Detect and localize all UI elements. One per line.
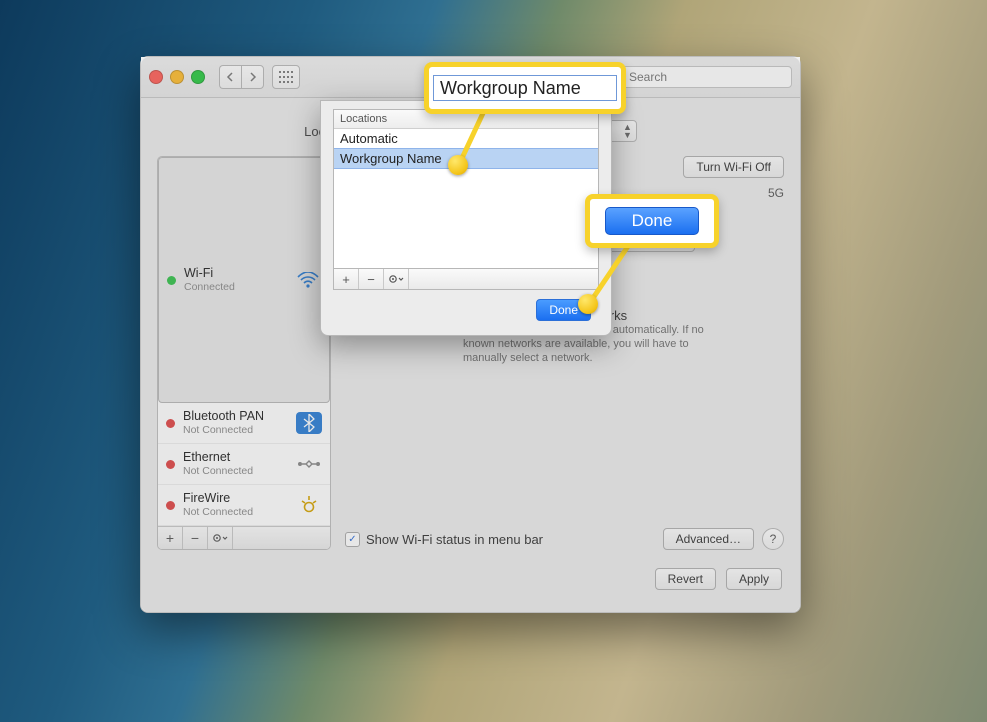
revert-button[interactable]: Revert [655,568,716,590]
turn-wifi-off-button[interactable]: Turn Wi-Fi Off [683,156,784,178]
apply-button[interactable]: Apply [726,568,782,590]
minimize-window-button[interactable] [170,70,184,84]
gear-dropdown-icon [388,273,404,285]
service-ethernet[interactable]: Ethernet Not Connected [158,444,330,485]
gear-dropdown-icon [212,532,228,544]
annotation-pin [448,155,468,175]
show-all-button[interactable] [272,65,300,89]
callout-done-inner: Done [605,207,699,235]
grid-icon [279,71,293,83]
remove-service-button[interactable]: − [183,527,208,549]
status-dot-connected [167,276,176,285]
service-wifi[interactable]: Wi-Fi Connected [158,157,330,403]
service-firewire[interactable]: FireWire Not Connected [158,485,330,526]
service-name: Ethernet [183,450,288,464]
back-button[interactable] [219,65,241,89]
callout-done-button: Done [585,194,719,248]
show-menu-checkbox-row: ✓ Show Wi-Fi status in menu bar [345,532,543,547]
service-status: Not Connected [183,464,288,478]
callout-workgroup-name: Workgroup Name [424,62,626,114]
firewire-icon [296,494,322,516]
locations-list: Locations Automatic Workgroup Name [333,109,599,269]
show-menu-checkbox[interactable]: ✓ [345,532,360,547]
sidebar-footer: + − [158,526,330,549]
service-name: Wi-Fi [184,266,287,280]
bluetooth-icon [296,412,322,434]
add-service-button[interactable]: + [158,527,183,549]
service-actions-button[interactable] [208,527,233,549]
annotation-pin [578,294,598,314]
service-bluetooth[interactable]: Bluetooth PAN Not Connected [158,403,330,444]
wifi-icon [295,269,321,291]
status-dot-disconnected [166,460,175,469]
service-name: FireWire [183,491,288,505]
chevron-right-icon [248,72,257,82]
location-actions-button[interactable] [384,269,409,289]
search-input[interactable] [606,66,792,88]
window-footer-buttons: Revert Apply [157,568,784,590]
updown-arrows-icon: ▲▼ [623,123,632,139]
close-window-button[interactable] [149,70,163,84]
service-status: Not Connected [183,505,288,519]
services-sidebar: Wi-Fi Connected Bluetooth PAN Not Connec… [157,156,331,550]
nav-buttons [219,65,264,89]
chevron-left-icon [226,72,235,82]
advanced-button[interactable]: Advanced… [663,528,754,550]
locations-sheet: Locations Automatic Workgroup Name + − D… [320,100,612,336]
add-location-button[interactable]: + [334,269,359,289]
status-dot-disconnected [166,501,175,510]
forward-button[interactable] [241,65,264,89]
service-status: Connected [184,280,287,294]
help-button[interactable]: ? [762,528,784,550]
service-name: Bluetooth PAN [183,409,288,423]
ethernet-icon [296,453,322,475]
service-status: Not Connected [183,423,288,437]
search-field-container [606,66,792,88]
locations-footer: + − [333,269,599,290]
show-menu-label: Show Wi-Fi status in menu bar [366,532,543,547]
window-traffic-lights [149,70,205,84]
callout-textfield: Workgroup Name [433,75,617,101]
status-dot-disconnected [166,419,175,428]
panel-bottom-row: ✓ Show Wi-Fi status in menu bar Advanced… [345,514,784,550]
zoom-window-button[interactable] [191,70,205,84]
remove-location-button[interactable]: − [359,269,384,289]
